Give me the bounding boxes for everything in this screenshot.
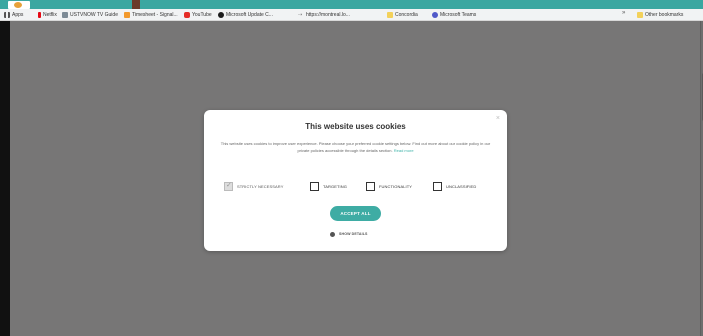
top-strip (0, 0, 703, 9)
checkbox[interactable] (310, 181, 319, 191)
option-targeting[interactable]: TARGETING (310, 180, 347, 192)
show-details-button[interactable]: SHOW DETAILS (330, 230, 367, 238)
left-edge (0, 21, 10, 336)
dialog-title: This website uses cookies (305, 122, 406, 131)
folder-icon (637, 12, 643, 18)
bookmarks-bar: Apps Netflix USTVNOW TV Guide Timesheet … (0, 9, 703, 21)
option-functionality[interactable]: FUNCTIONALITY (366, 180, 412, 192)
bookmark-netflix[interactable]: Netflix (38, 10, 57, 20)
option-label: FUNCTIONALITY (379, 183, 413, 189)
ustvnow-icon (62, 12, 68, 18)
option-label: STRICTLY NECESSARY (237, 183, 284, 189)
site-logo (8, 1, 30, 9)
link-icon: ⇢ (298, 12, 303, 18)
youtube-icon (184, 12, 190, 18)
cookie-consent-dialog: × This website uses cookies This website… (204, 110, 507, 251)
bookmark-concordia[interactable]: Concordia (387, 10, 418, 20)
show-details-label: SHOW DETAILS (339, 232, 368, 236)
apps-grid-icon (4, 12, 10, 18)
description-text: This website uses cookies to improve use… (220, 141, 491, 153)
option-unclassified[interactable]: UNCLASSIFIED (433, 180, 476, 192)
bookmark-other[interactable]: Other bookmarks (637, 10, 683, 20)
bookmark-url[interactable]: ⇢ https://montreal.lo... (298, 10, 350, 20)
read-more-link[interactable]: Read more (394, 148, 414, 153)
checkbox[interactable] (366, 181, 375, 191)
bookmark-timesheet[interactable]: Timesheet - Signal... (124, 10, 178, 20)
bookmark-teams[interactable]: Microsoft Teams (432, 10, 476, 20)
bookmark-microsoft-update[interactable]: Microsoft Update C... (218, 10, 273, 20)
accept-all-button[interactable]: ACCEPT ALL (330, 206, 381, 221)
dialog-description: This website uses cookies to improve use… (216, 141, 495, 154)
checkbox[interactable] (224, 181, 233, 191)
option-strictly-necessary[interactable]: STRICTLY NECESSARY (224, 180, 283, 192)
timesheet-icon (124, 12, 130, 18)
teams-icon (432, 12, 438, 18)
bookmarks-overflow-button[interactable]: » (622, 10, 625, 16)
checkbox[interactable] (433, 181, 442, 191)
avatar (132, 0, 140, 9)
folder-icon (387, 12, 393, 18)
cookie-options: STRICTLY NECESSARY TARGETING FUNCTIONALI… (224, 180, 494, 192)
gear-icon (330, 231, 335, 237)
bookmark-ustvnow[interactable]: USTVNOW TV Guide (62, 10, 118, 20)
netflix-icon (38, 12, 41, 18)
bookmark-youtube[interactable]: YouTube (184, 10, 212, 20)
bookmark-apps[interactable]: Apps (4, 10, 23, 20)
option-label: TARGETING (323, 183, 347, 189)
close-icon[interactable]: × (496, 115, 500, 122)
microsoft-update-icon (218, 12, 224, 18)
option-label: UNCLASSIFIED (446, 183, 477, 189)
